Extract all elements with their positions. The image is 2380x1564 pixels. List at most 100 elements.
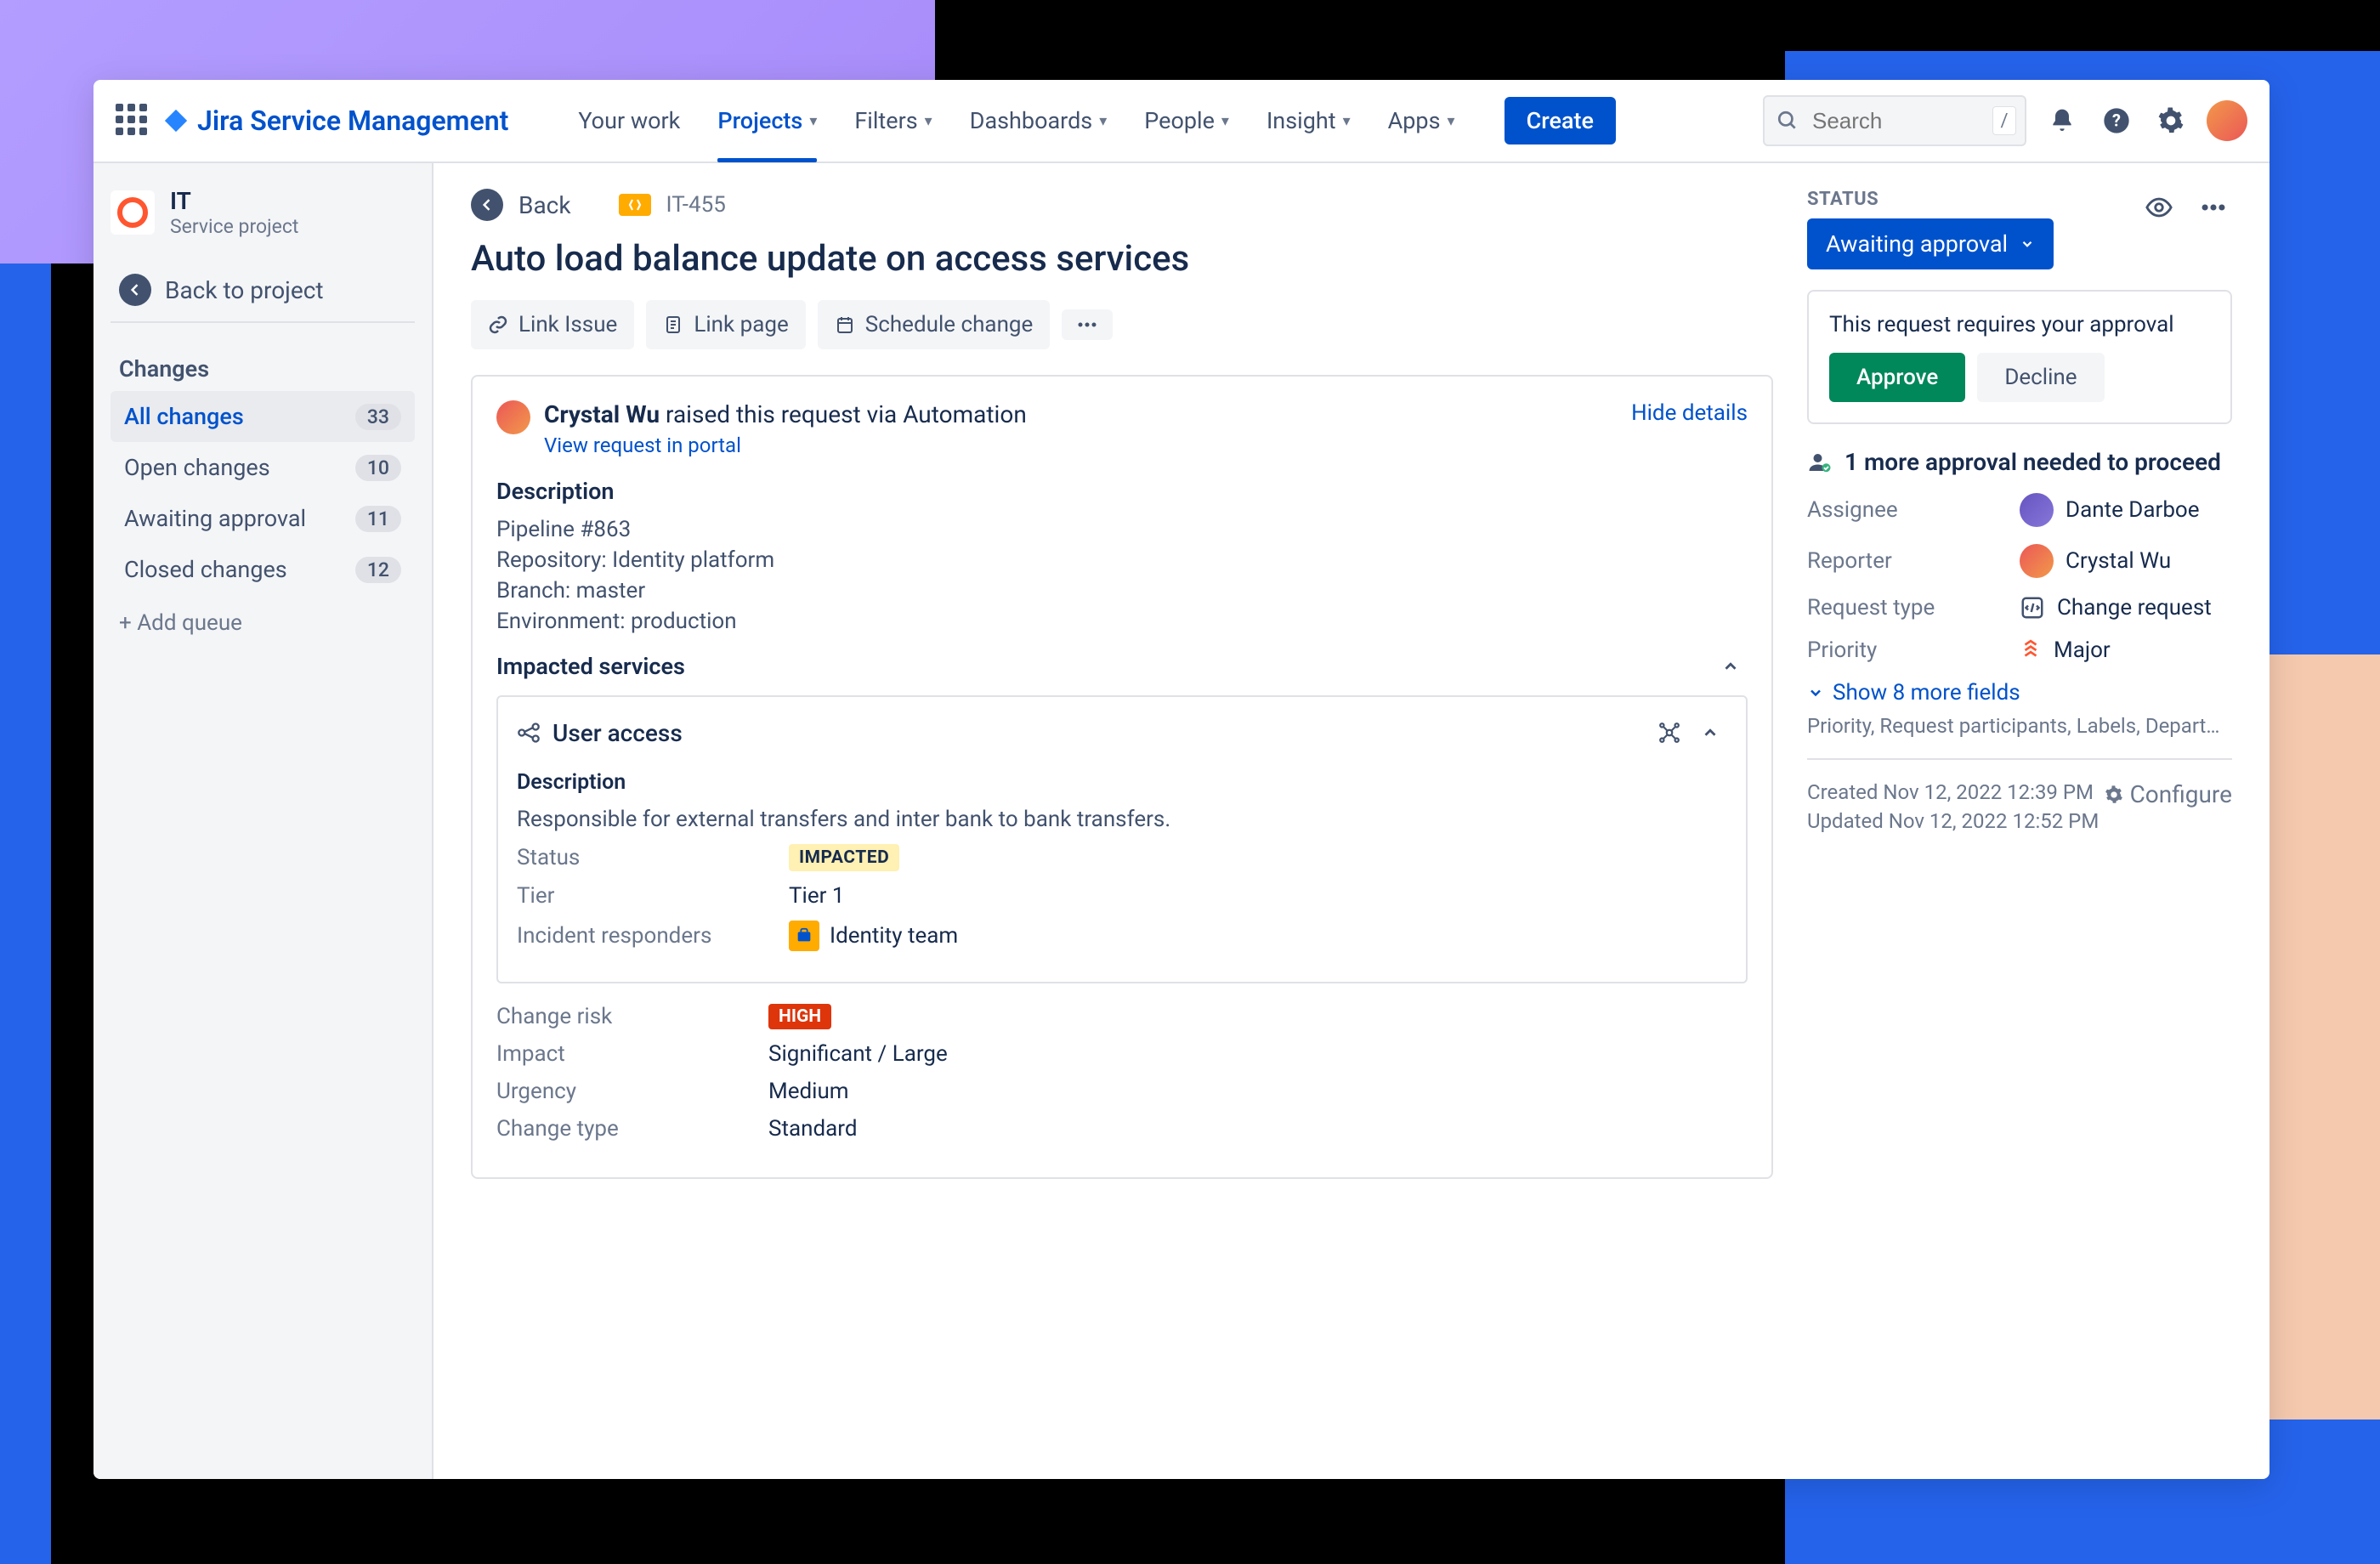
count-badge: 12: [355, 557, 401, 583]
priority-major-icon: [2020, 639, 2042, 661]
view-in-portal-link[interactable]: View request in portal: [544, 434, 1027, 457]
help-icon[interactable]: ?: [2098, 102, 2135, 139]
service-tier-value: Tier 1: [789, 883, 845, 909]
watch-icon[interactable]: [2140, 189, 2178, 226]
hide-details-link[interactable]: Hide details: [1631, 400, 1748, 426]
link-icon: [488, 314, 508, 335]
more-icon: [1077, 321, 1097, 328]
sidebar-item-awaiting-approval[interactable]: Awaiting approval 11: [110, 493, 415, 544]
request-type-label: Request type: [1807, 595, 2020, 620]
chevron-down-icon: ▾: [1343, 112, 1351, 130]
impact-value: Significant / Large: [768, 1041, 948, 1067]
search-icon: [1776, 110, 1799, 132]
reporter-value[interactable]: Crystal Wu: [2020, 544, 2171, 578]
assignee-avatar: [2020, 493, 2054, 527]
nav-people[interactable]: People▾: [1125, 80, 1248, 162]
request-type-value[interactable]: Change request: [2020, 595, 2212, 620]
configure-link[interactable]: Configure: [2105, 780, 2232, 808]
risk-badge-high: HIGH: [768, 1004, 831, 1029]
assignee-value[interactable]: Dante Darboe: [2020, 493, 2200, 527]
notifications-icon[interactable]: [2043, 102, 2081, 139]
show-more-fields-link[interactable]: Show 8 more fields: [1807, 680, 2232, 706]
topbar: Jira Service Management Your work Projec…: [94, 80, 2270, 163]
responders-value: Identity team: [830, 923, 958, 949]
desc-line: Branch: master: [496, 578, 1748, 604]
search-box: /: [1763, 95, 2026, 146]
service-status-label: Status: [517, 845, 789, 870]
brand[interactable]: Jira Service Management: [163, 105, 508, 137]
search-shortcut-badge: /: [1992, 106, 2016, 135]
approve-button[interactable]: Approve: [1829, 353, 1965, 402]
urgency-value: Medium: [768, 1079, 849, 1104]
project-subtitle: Service project: [170, 215, 298, 238]
approval-prompt: This request requires your approval: [1829, 312, 2210, 337]
project-icon: [110, 190, 155, 235]
back-to-project-link[interactable]: Back to project: [110, 258, 415, 323]
issue-title: Auto load balance update on access servi…: [471, 238, 1773, 280]
approval-icon: [1807, 450, 1833, 475]
service-name: User access: [552, 719, 683, 747]
page-icon: [663, 314, 683, 335]
decline-button[interactable]: Decline: [1977, 353, 2104, 402]
chevron-down-icon: ▾: [1221, 112, 1229, 130]
desc-line: Environment: production: [496, 609, 1748, 634]
collapse-service-icon[interactable]: [1693, 716, 1727, 750]
collapse-impacted-icon[interactable]: [1714, 649, 1748, 683]
more-actions-button[interactable]: [1062, 309, 1113, 340]
settings-icon[interactable]: [2152, 102, 2190, 139]
assignee-label: Assignee: [1807, 497, 2020, 523]
back-button[interactable]: [471, 189, 503, 221]
approval-needed-row: 1 more approval needed to proceed: [1807, 448, 2232, 476]
count-badge: 10: [355, 455, 401, 481]
change-type-label: Change type: [496, 1116, 768, 1142]
create-button[interactable]: Create: [1504, 97, 1616, 144]
chevron-down-icon: ▾: [1099, 112, 1107, 130]
service-card: User access: [496, 695, 1748, 983]
sidebar-item-all-changes[interactable]: All changes 33: [110, 391, 415, 442]
nav-insight[interactable]: Insight▾: [1248, 80, 1369, 162]
app-window: Jira Service Management Your work Projec…: [94, 80, 2270, 1479]
more-actions-icon[interactable]: [2195, 189, 2232, 226]
app-switcher-icon[interactable]: [116, 104, 150, 138]
nav-your-work[interactable]: Your work: [559, 80, 699, 162]
nav-dashboards[interactable]: Dashboards▾: [951, 80, 1126, 162]
count-badge: 11: [355, 506, 401, 532]
link-page-button[interactable]: Link page: [646, 300, 805, 349]
jira-logo-icon: [163, 108, 189, 133]
service-icon: [517, 721, 541, 745]
primary-nav: Your work Projects▾ Filters▾ Dashboards▾…: [559, 80, 1473, 162]
change-type-value: Standard: [768, 1116, 857, 1142]
approval-panel: This request requires your approval Appr…: [1807, 290, 2232, 424]
service-graph-icon[interactable]: [1652, 716, 1686, 750]
nav-projects[interactable]: Projects▾: [699, 80, 836, 162]
reporter-label: Reporter: [1807, 548, 2020, 574]
project-header: IT Service project: [110, 187, 415, 258]
change-risk-label: Change risk: [496, 1004, 768, 1029]
urgency-label: Urgency: [496, 1079, 768, 1104]
change-request-icon: [2020, 595, 2045, 620]
sidebar-item-closed-changes[interactable]: Closed changes 12: [110, 544, 415, 595]
issue-type-icon: [619, 194, 651, 216]
count-badge: 33: [355, 404, 401, 430]
svg-text:?: ?: [2112, 110, 2121, 131]
link-issue-button[interactable]: Link Issue: [471, 300, 634, 349]
issue-key[interactable]: IT-455: [666, 192, 726, 218]
search-input[interactable]: [1763, 95, 2026, 146]
priority-value[interactable]: Major: [2020, 638, 2111, 663]
updated-timestamp: Updated Nov 12, 2022 12:52 PM: [1807, 809, 2232, 833]
service-desc: Responsible for external transfers and i…: [517, 807, 1727, 832]
sidebar-item-open-changes[interactable]: Open changes 10: [110, 442, 415, 493]
status-badge-impacted: IMPACTED: [789, 844, 899, 871]
add-queue-button[interactable]: + Add queue: [110, 595, 415, 651]
calendar-icon: [835, 314, 855, 335]
nav-apps[interactable]: Apps▾: [1369, 80, 1474, 162]
user-avatar[interactable]: [2207, 100, 2247, 141]
impact-label: Impact: [496, 1041, 768, 1067]
pipeline-link[interactable]: Pipeline #863: [496, 517, 1748, 542]
schedule-change-button[interactable]: Schedule change: [818, 300, 1051, 349]
nav-filters[interactable]: Filters▾: [836, 80, 950, 162]
gear-icon: [2105, 785, 2123, 804]
desc-line: Repository: Identity platform: [496, 547, 1748, 573]
status-dropdown[interactable]: Awaiting approval: [1807, 218, 2054, 269]
team-icon: [789, 921, 819, 951]
